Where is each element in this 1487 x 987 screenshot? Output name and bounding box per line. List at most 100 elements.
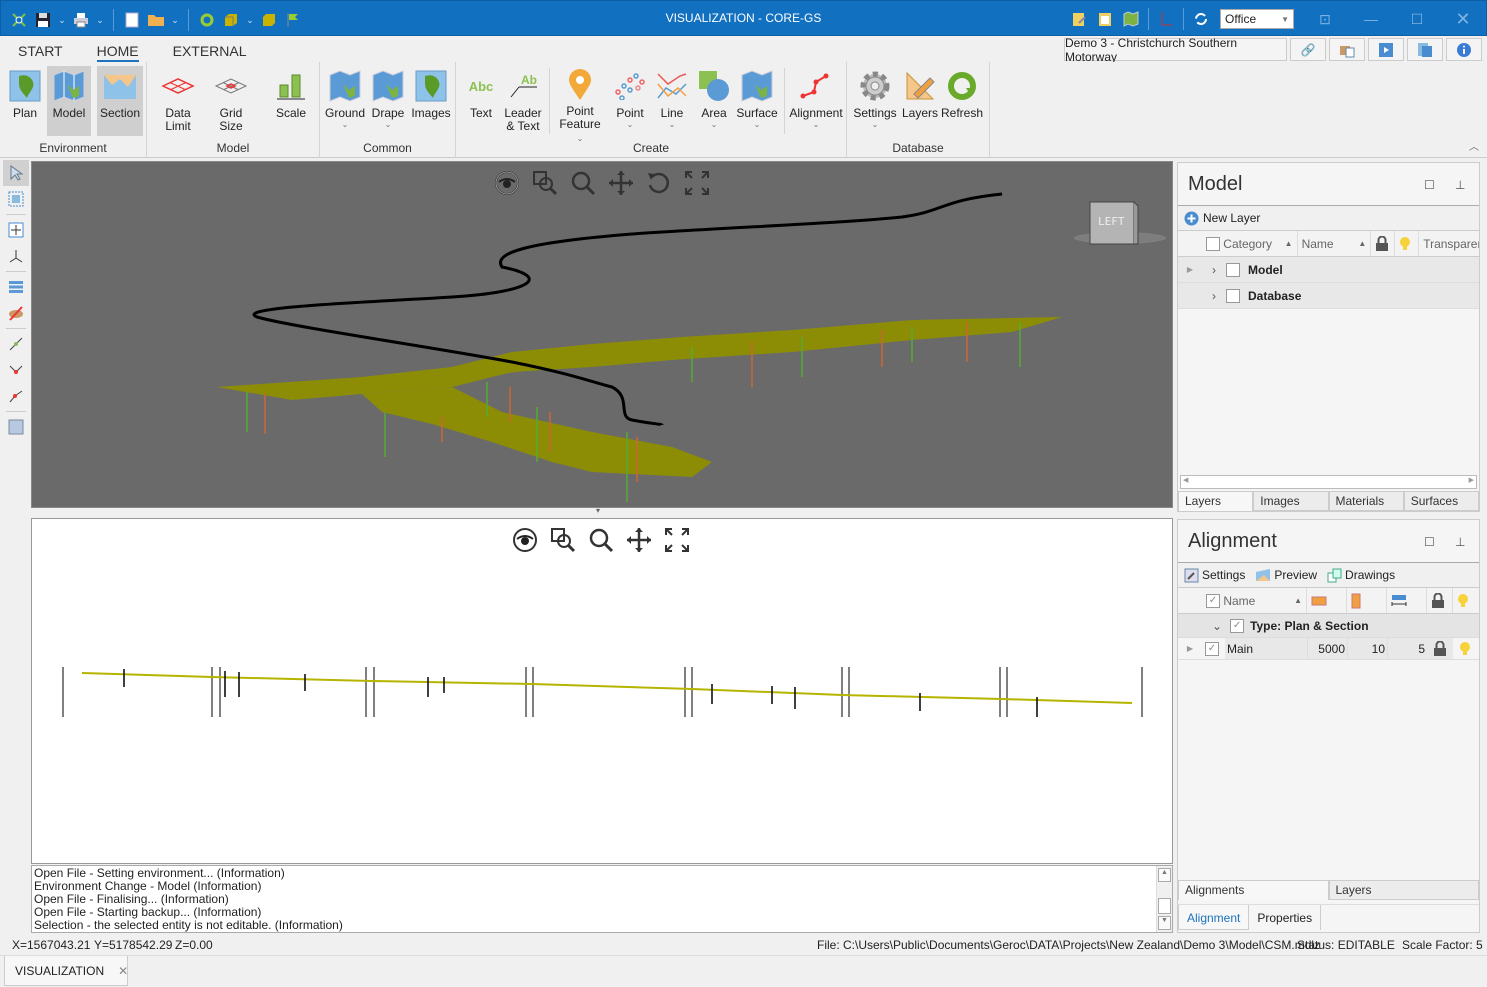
images-button[interactable]: Images — [409, 66, 453, 136]
row-checkbox[interactable] — [1226, 288, 1240, 303]
preview-button[interactable]: Preview — [1255, 568, 1317, 582]
tab-images[interactable]: Images — [1253, 491, 1329, 511]
flag-icon[interactable] — [283, 10, 303, 30]
area-button[interactable]: Area ⌄ — [692, 66, 736, 136]
horizontal-scrollbar[interactable]: ◀ ▶ — [1180, 475, 1477, 489]
column-height[interactable] — [1347, 588, 1387, 613]
scroll-right-icon[interactable]: ▶ — [1469, 476, 1474, 484]
column-lock[interactable] — [1427, 588, 1453, 613]
expand-icon[interactable]: › — [1212, 289, 1216, 303]
maximize-panel-icon[interactable]: ☐ — [1424, 535, 1435, 549]
save-icon[interactable] — [33, 10, 53, 30]
refresh-button[interactable]: Refresh — [940, 66, 984, 136]
column-width[interactable] — [1387, 588, 1427, 613]
pin-icon[interactable]: ⊥ — [1455, 178, 1465, 192]
tab-alignment[interactable]: Alignment — [1178, 905, 1250, 930]
open-folder-icon[interactable] — [146, 10, 166, 30]
box-select-icon[interactable] — [3, 186, 29, 212]
tab-properties[interactable]: Properties — [1249, 905, 1322, 930]
column-lock[interactable] — [1371, 231, 1396, 256]
alignment-button[interactable]: Alignment ⌄ — [789, 66, 843, 136]
row-checkbox[interactable]: ✓ — [1205, 641, 1219, 656]
layers-stack-icon[interactable] — [3, 274, 29, 300]
settings-button[interactable]: Settings ⌄ — [852, 66, 898, 136]
column-visible[interactable] — [1453, 588, 1477, 613]
minimize-button[interactable]: — — [1348, 1, 1394, 37]
model-button[interactable]: Model — [47, 66, 91, 136]
help-book-icon[interactable] — [1407, 38, 1443, 61]
drawings-button[interactable]: Drawings — [1327, 568, 1395, 583]
open-dropdown-icon[interactable]: ⌄ — [170, 15, 180, 26]
new-layer-button[interactable]: New Layer — [1184, 211, 1260, 226]
column-category[interactable]: Category ▲ — [1202, 231, 1298, 256]
refresh-icon[interactable] — [197, 10, 217, 30]
theme-select[interactable]: Office ▼ — [1220, 9, 1294, 29]
print-dropdown-icon[interactable]: ⌄ — [95, 15, 105, 26]
scroll-down-icon[interactable]: ▼ — [1158, 916, 1171, 930]
hide-icon[interactable] — [3, 300, 29, 326]
tab-external[interactable]: EXTERNAL — [173, 36, 247, 62]
layers-button[interactable]: Layers — [898, 66, 942, 136]
tab-start[interactable]: START — [18, 36, 63, 62]
chart-axis-icon[interactable] — [1156, 9, 1176, 29]
grid-size-button[interactable]: Grid Size — [207, 66, 255, 136]
line-button[interactable]: Line ⌄ — [650, 66, 694, 136]
column-transparency[interactable]: Transparen — [1419, 231, 1479, 256]
scroll-left-icon[interactable]: ◀ — [1183, 476, 1188, 484]
line-draw-icon[interactable] — [3, 383, 29, 409]
briefcase-icon[interactable] — [1329, 38, 1365, 61]
tab-materials[interactable]: Materials — [1328, 491, 1404, 511]
select-all-checkbox[interactable] — [1205, 236, 1220, 251]
select-arrow-icon[interactable] — [3, 160, 29, 186]
pin-icon[interactable]: ⊥ — [1455, 535, 1465, 549]
collapse-ribbon-icon[interactable]: ︿ — [1469, 138, 1479, 153]
restore-ribbon-button[interactable]: ⊡ — [1302, 1, 1348, 37]
print-icon[interactable] — [71, 10, 91, 30]
column-length[interactable] — [1307, 588, 1347, 613]
group-checkbox[interactable]: ✓ — [1230, 618, 1245, 633]
tab-surfaces[interactable]: Surfaces — [1403, 491, 1479, 511]
rectangle-icon[interactable] — [3, 414, 29, 440]
surface-button[interactable]: Surface ⌄ — [735, 66, 779, 136]
scroll-thumb[interactable] — [1158, 898, 1171, 914]
ground-button[interactable]: Ground ⌄ — [323, 66, 367, 136]
polyline-edit-icon[interactable] — [3, 357, 29, 383]
maximize-button[interactable]: ☐ — [1394, 1, 1440, 37]
log-scrollbar[interactable]: ▲ ▼ — [1156, 866, 1172, 932]
tab-layers[interactable]: Layers — [1328, 880, 1479, 900]
view-splitter[interactable]: ▾ — [31, 506, 1173, 518]
alignment-settings-button[interactable]: Settings — [1184, 568, 1245, 583]
map-icon[interactable] — [1121, 9, 1141, 29]
alignment-row[interactable]: ▶ ✓ Main 5000 10 5 — [1178, 638, 1479, 660]
move-points-icon[interactable] — [3, 217, 29, 243]
save-dropdown-icon[interactable]: ⌄ — [57, 15, 67, 26]
lock-icon[interactable] — [1427, 638, 1453, 659]
tab-layers[interactable]: Layers — [1178, 491, 1254, 511]
close-icon[interactable]: ✕ — [118, 964, 128, 978]
line-segment-icon[interactable] — [3, 331, 29, 357]
collapse-icon[interactable]: ⌄ — [1212, 619, 1222, 633]
edit-notes-icon[interactable] — [1069, 9, 1089, 29]
column-name[interactable]: Name ▲ — [1298, 231, 1372, 256]
app-logo-icon[interactable] — [9, 10, 29, 30]
data-limit-button[interactable]: Data Limit — [152, 66, 204, 136]
layer-row-model[interactable]: ▶ › Model — [1178, 257, 1479, 283]
viewport-3d[interactable]: LEFT — [31, 161, 1173, 508]
close-button[interactable]: ✕ — [1440, 1, 1486, 37]
project-name-button[interactable]: Demo 3 - Christchurch Southern Motorway — [1064, 36, 1287, 64]
info-icon[interactable] — [1446, 38, 1482, 61]
layer-row-database[interactable]: › Database — [1178, 283, 1479, 309]
point-button[interactable]: Point ⌄ — [608, 66, 652, 136]
yellow-cube-icon[interactable] — [259, 10, 279, 30]
plan-button[interactable]: Plan — [3, 66, 47, 136]
column-visible[interactable] — [1395, 231, 1420, 256]
link-icon[interactable]: 🔗 — [1290, 38, 1326, 61]
maximize-panel-icon[interactable]: ☐ — [1424, 178, 1435, 192]
leader-text-button[interactable]: Ab Leader & Text — [501, 66, 545, 136]
expand-icon[interactable]: › — [1212, 263, 1216, 277]
point-feature-button[interactable]: Point Feature ⌄ — [556, 66, 604, 143]
select-all-checkbox[interactable]: ✓ — [1206, 593, 1220, 608]
group-row[interactable]: ⌄ ✓ Type: Plan & Section — [1178, 614, 1479, 638]
box-dropdown-icon[interactable]: ⌄ — [245, 15, 255, 26]
scroll-up-icon[interactable]: ▲ — [1158, 868, 1171, 882]
